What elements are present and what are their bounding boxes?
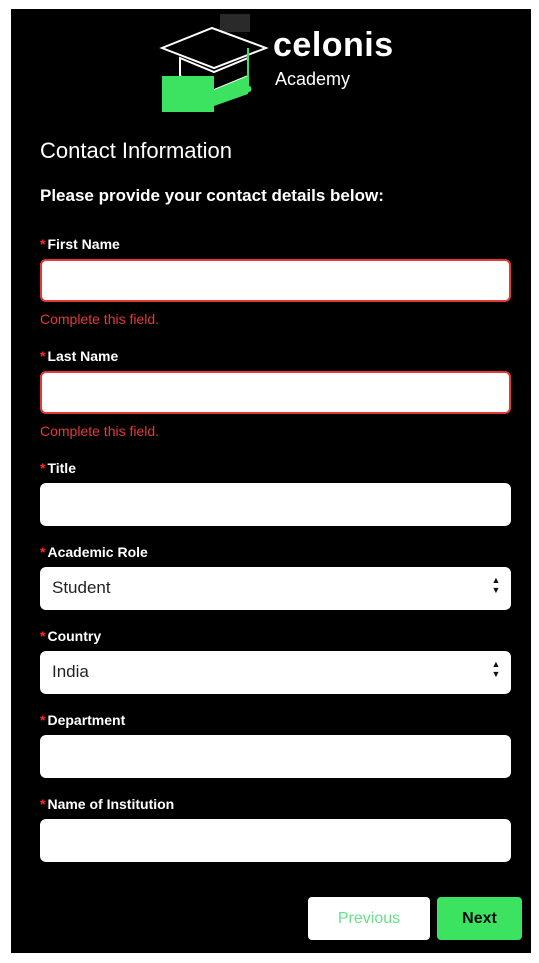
- required-marker: *: [40, 236, 46, 252]
- department-label: * Department: [40, 712, 125, 728]
- institution-label: * Name of Institution: [40, 796, 174, 812]
- first-name-error: Complete this field.: [40, 311, 160, 327]
- country-label: * Country: [40, 628, 101, 644]
- first-name-label: * First Name: [40, 236, 120, 252]
- required-marker: *: [40, 712, 46, 728]
- country-select[interactable]: India ▲ ▼: [40, 651, 511, 694]
- department-field[interactable]: [40, 735, 511, 778]
- last-name-label: * Last Name: [40, 348, 118, 364]
- form-subtitle: Please provide your contact details belo…: [40, 186, 384, 205]
- required-marker: *: [40, 796, 46, 812]
- required-marker: *: [40, 348, 46, 364]
- country-value: India: [52, 662, 89, 681]
- brand-sub: Academy: [275, 69, 351, 89]
- required-marker: *: [40, 460, 46, 476]
- title-label-text: Title: [47, 460, 76, 476]
- academic-role-select[interactable]: Student ▲ ▼: [40, 567, 511, 610]
- academic-role-label-text: Academic Role: [47, 544, 148, 560]
- brand-name: celonis: [273, 26, 394, 64]
- next-button[interactable]: Next: [437, 897, 522, 940]
- page-title: Contact Information: [40, 138, 232, 163]
- first-name-field[interactable]: [40, 259, 511, 302]
- graduation-cap-icon: [159, 14, 269, 112]
- previous-button[interactable]: Previous: [308, 897, 430, 940]
- select-arrows-icon: ▲ ▼: [491, 659, 501, 679]
- last-name-label-text: Last Name: [47, 348, 119, 364]
- required-marker: *: [40, 544, 46, 560]
- country-label-text: Country: [47, 628, 102, 644]
- title-label: * Title: [40, 460, 76, 476]
- title-field[interactable]: [40, 483, 511, 526]
- select-arrows-icon: ▲ ▼: [491, 575, 501, 595]
- celonis-academy-logo: celonis Academy: [150, 6, 410, 116]
- academic-role-label: * Academic Role: [40, 544, 148, 560]
- academic-role-value: Student: [52, 578, 111, 597]
- institution-field[interactable]: [40, 819, 511, 862]
- last-name-error: Complete this field.: [40, 423, 160, 439]
- first-name-label-text: First Name: [47, 236, 120, 252]
- department-label-text: Department: [47, 712, 126, 728]
- required-marker: *: [40, 628, 46, 644]
- last-name-field[interactable]: [40, 371, 511, 414]
- institution-label-text: Name of Institution: [47, 796, 175, 812]
